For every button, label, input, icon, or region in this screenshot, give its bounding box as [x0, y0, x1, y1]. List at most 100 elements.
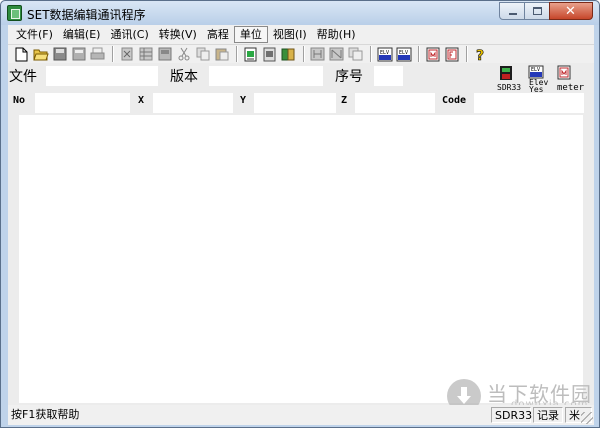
new-file-button[interactable] — [13, 46, 30, 62]
help-button[interactable]: ? — [472, 46, 489, 62]
svg-text:ELV: ELV — [531, 67, 540, 73]
toolbar-separator — [370, 46, 372, 62]
toolbar: ELV ELV ? — [8, 44, 594, 63]
resize-grip[interactable] — [581, 412, 593, 424]
menu-unit[interactable]: 单位 — [233, 26, 268, 43]
help-icon: ? — [475, 47, 484, 62]
cut-record-button[interactable] — [118, 46, 135, 62]
print-button[interactable] — [89, 46, 106, 62]
export-icon — [263, 47, 276, 61]
save-all-icon — [72, 47, 85, 61]
toolbar-separator — [112, 46, 114, 62]
station-link-button[interactable] — [328, 46, 345, 62]
version-label: 版本 — [170, 69, 198, 85]
app-icon[interactable] — [7, 5, 22, 21]
meter-status-icon[interactable] — [557, 65, 571, 80]
x-field[interactable] — [153, 93, 233, 113]
print-icon — [90, 47, 105, 60]
book-icon — [281, 48, 295, 60]
copy-button[interactable] — [194, 46, 211, 62]
toolbar-separator — [418, 46, 420, 62]
station-button[interactable] — [309, 46, 326, 62]
m-icon — [426, 47, 439, 61]
toolbar-separator — [236, 46, 238, 62]
x-label: X — [138, 95, 145, 106]
copy-icon — [196, 47, 209, 61]
menu-convert[interactable]: 转换(V) — [154, 26, 202, 43]
svg-text:ELV: ELV — [399, 50, 408, 56]
grid-icon — [139, 47, 152, 61]
svg-text:?: ? — [476, 48, 484, 62]
open-folder-icon — [32, 49, 49, 61]
main-panel: 文件 版本 序号 SDR33 ELV Elev Yes meter No X Y… — [8, 63, 594, 405]
save-icon — [53, 47, 66, 61]
no-label: No — [13, 95, 26, 106]
app-window: SET数据编辑通讯程序 ✕ 文件(F) 编辑(E) 通讯(C) 转换(V) 高程… — [0, 0, 600, 428]
cut-record-icon — [121, 47, 132, 61]
elev-up-button[interactable]: ELV — [376, 46, 393, 62]
menu-help[interactable]: 帮助(H) — [312, 26, 361, 43]
maximize-button[interactable] — [524, 2, 550, 20]
file-field[interactable] — [46, 66, 158, 86]
grid-button[interactable] — [137, 46, 154, 62]
new-file-icon — [15, 47, 28, 61]
meter-unit-button[interactable] — [424, 46, 441, 62]
minimize-icon — [509, 13, 517, 15]
toolbar-separator — [303, 46, 305, 62]
z-label: Z — [341, 95, 348, 106]
sdr33-label: SDR33 — [497, 83, 522, 92]
station-link-icon — [329, 47, 344, 61]
import-icon — [244, 47, 257, 61]
title-bar[interactable]: SET数据编辑通讯程序 ✕ — [1, 1, 599, 25]
sdr33-icon[interactable] — [499, 65, 513, 81]
station-icon — [310, 47, 325, 61]
export-button[interactable] — [261, 46, 278, 62]
toolbar-separator — [466, 46, 468, 62]
menu-file[interactable]: 文件(F) — [11, 26, 58, 43]
elev-status-icon[interactable]: ELV — [528, 65, 544, 79]
code-field[interactable] — [474, 93, 584, 113]
meter-label: meter — [557, 83, 585, 93]
close-button[interactable]: ✕ — [549, 2, 593, 20]
save-button[interactable] — [51, 46, 68, 62]
status-mode: 记录 — [533, 407, 563, 423]
window-title: SET数据编辑通讯程序 — [27, 8, 146, 22]
elev-down-icon: ELV — [396, 47, 411, 61]
open-button[interactable] — [32, 46, 49, 62]
menu-elevation[interactable]: 高程 — [202, 26, 234, 43]
y-field[interactable] — [254, 93, 336, 113]
data-grid[interactable] — [19, 115, 583, 403]
serial-field[interactable] — [374, 66, 403, 86]
serial-label: 序号 — [335, 69, 363, 85]
no-field[interactable] — [35, 93, 130, 113]
y-label: Y — [240, 95, 247, 106]
cut-button[interactable] — [175, 46, 192, 62]
book-button[interactable] — [280, 46, 297, 62]
paste-icon — [215, 48, 228, 61]
menu-edit[interactable]: 编辑(E) — [58, 26, 106, 43]
download-arrow-icon — [457, 387, 471, 404]
file-label: 文件 — [9, 69, 37, 85]
grid-edit-button[interactable] — [156, 46, 173, 62]
close-icon: ✕ — [565, 4, 576, 19]
grid-edit-icon — [158, 47, 171, 61]
maximize-icon — [533, 7, 542, 15]
paste-button[interactable] — [213, 46, 230, 62]
transfer-button[interactable] — [347, 46, 364, 62]
code-label: Code — [442, 95, 467, 106]
ft-icon — [445, 47, 458, 61]
status-help-text: 按F1获取帮助 — [11, 408, 80, 421]
status-model: SDR33 — [491, 407, 532, 423]
z-field[interactable] — [355, 93, 435, 113]
elev-icon: ELV — [377, 47, 392, 61]
minimize-button[interactable] — [499, 2, 525, 20]
menu-comm[interactable]: 通讯(C) — [105, 26, 153, 43]
transfer-icon — [348, 47, 363, 61]
feet-unit-button[interactable] — [443, 46, 460, 62]
scissors-icon — [178, 47, 189, 61]
save-all-button[interactable] — [70, 46, 87, 62]
version-field[interactable] — [209, 66, 323, 86]
import-button[interactable] — [242, 46, 259, 62]
elev-down-button[interactable]: ELV — [395, 46, 412, 62]
menu-view[interactable]: 视图(I) — [268, 26, 312, 43]
